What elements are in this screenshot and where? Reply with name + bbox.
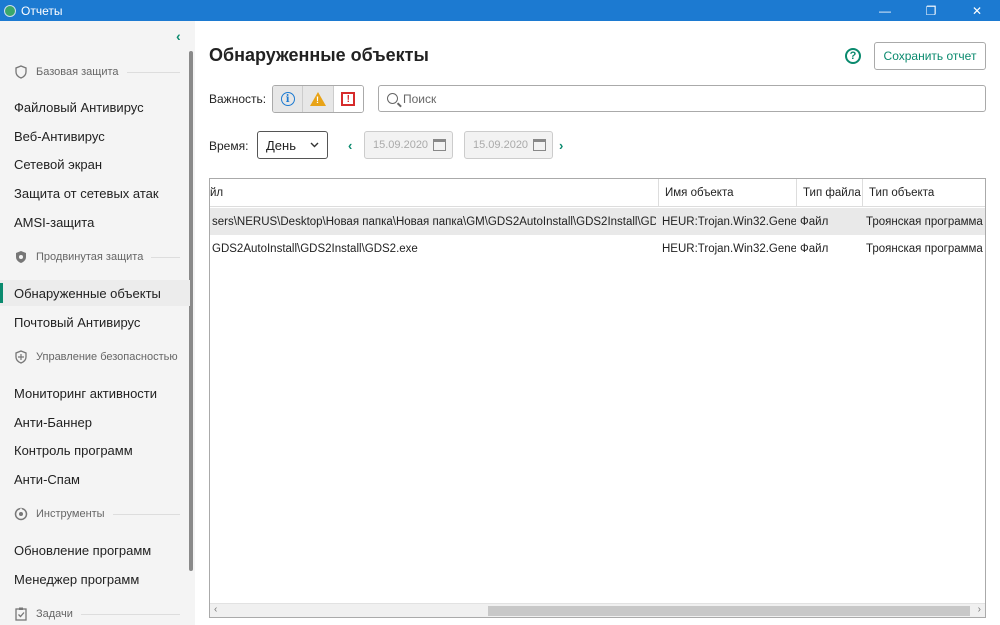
cell-file-type: Файл (800, 242, 829, 255)
sidebar-item-amsi[interactable]: AMSI-защита (0, 209, 190, 235)
section-tasks: Задачи (14, 604, 180, 624)
page-title: Обнаруженные объекты (209, 45, 429, 65)
sidebar: ‹ Базовая защита Файловый Антивирус Веб-… (0, 21, 195, 625)
section-advanced-protection: Продвинутая защита (14, 247, 180, 267)
sidebar-item-activity-monitoring[interactable]: Мониторинг активности (0, 380, 190, 406)
search-input[interactable] (403, 91, 963, 106)
column-header-file-type[interactable]: Тип файла (796, 179, 862, 207)
section-tools: Инструменты (14, 504, 180, 524)
tasks-icon (14, 607, 28, 621)
table-row[interactable]: sers\NERUS\Desktop\Новая папка\Новая пап… (210, 208, 985, 235)
save-report-button[interactable]: Сохранить отчет (874, 42, 986, 70)
scroll-right-arrow-icon[interactable]: › (978, 604, 981, 615)
title-bar: Отчеты — ❐ ✕ (0, 0, 1000, 21)
calendar-icon[interactable] (533, 139, 546, 151)
shield-check-icon (14, 250, 28, 264)
section-security-management: Управление безопасностью (14, 347, 180, 367)
next-period-chevron-icon[interactable]: › (559, 138, 563, 153)
previous-period-chevron-icon[interactable]: ‹ (348, 138, 352, 153)
cell-object-type: Троянская программа (866, 242, 983, 255)
sidebar-item-anti-banner[interactable]: Анти-Баннер (0, 409, 190, 435)
minimize-button[interactable]: — (862, 0, 908, 21)
date-from-value: 15.09.2020 (373, 139, 429, 151)
sidebar-item-anti-spam[interactable]: Анти-Спам (0, 466, 190, 492)
period-dropdown[interactable]: День (257, 131, 328, 159)
column-header-object-name[interactable]: Имя объекта (658, 179, 796, 207)
severity-filter: i ! ! (272, 85, 364, 113)
cell-object-type: Троянская программа (866, 215, 983, 228)
sidebar-item-software-manager[interactable]: Менеджер программ (0, 566, 190, 592)
cell-path: sers\NERUS\Desktop\Новая папка\Новая пап… (212, 215, 656, 228)
detected-objects-table: йл Имя объекта Тип файла Тип объекта ser… (209, 178, 986, 618)
main-panel: Обнаруженные объекты ? Сохранить отчет В… (195, 21, 1000, 625)
critical-icon: ! (341, 92, 356, 106)
cell-object-name: HEUR:Trojan.Win32.Generic (662, 215, 796, 228)
sidebar-item-network-attack-blocker[interactable]: Защита от сетевых атак (0, 180, 190, 206)
scrollbar-thumb[interactable] (488, 606, 970, 616)
period-value: День (266, 137, 296, 153)
severity-critical-toggle[interactable]: ! (333, 86, 363, 112)
date-to-field[interactable]: 15.09.2020 (464, 131, 553, 159)
chevron-down-icon (310, 142, 319, 148)
cell-path: GDS2AutoInstall\GDS2Install\GDS2.exe (212, 242, 418, 255)
column-header-object-type[interactable]: Тип объекта (862, 179, 985, 207)
sidebar-item-detected-objects[interactable]: Обнаруженные объекты (0, 280, 190, 306)
app-icon (4, 4, 16, 17)
scroll-left-arrow-icon[interactable]: ‹ (214, 604, 217, 615)
column-header-file[interactable]: йл (210, 179, 657, 207)
close-button[interactable]: ✕ (954, 0, 1000, 21)
table-row[interactable]: GDS2AutoInstall\GDS2Install\GDS2.exe HEU… (210, 235, 985, 262)
sidebar-item-software-updates[interactable]: Обновление программ (0, 537, 190, 563)
window-controls: — ❐ ✕ (862, 0, 1000, 21)
tools-icon (14, 507, 28, 521)
search-icon (387, 93, 398, 104)
calendar-icon[interactable] (433, 139, 446, 151)
severity-info-toggle[interactable]: i (273, 86, 304, 112)
shield-gear-icon (14, 350, 28, 364)
collapse-sidebar-chevron-icon[interactable]: ‹ (176, 28, 181, 44)
sidebar-item-mail-antivirus[interactable]: Почтовый Антивирус (0, 309, 190, 335)
table-header: йл Имя объекта Тип файла Тип объекта (210, 179, 985, 207)
sidebar-item-web-antivirus[interactable]: Веб-Антивирус (0, 123, 190, 149)
sidebar-item-app-control[interactable]: Контроль программ (0, 437, 190, 463)
date-from-field[interactable]: 15.09.2020 (364, 131, 453, 159)
info-icon: i (280, 92, 295, 106)
severity-warning-toggle[interactable]: ! (303, 86, 334, 112)
section-basic-protection: Базовая защита (14, 62, 180, 82)
window-title: Отчеты (21, 3, 63, 18)
severity-label: Важность: (209, 92, 267, 106)
shield-icon (14, 65, 28, 79)
warning-icon: ! (309, 92, 326, 106)
sidebar-item-file-antivirus[interactable]: Файловый Антивирус (0, 94, 190, 120)
cell-object-name: HEUR:Trojan.Win32.Generic (662, 242, 796, 255)
search-box[interactable] (378, 85, 986, 112)
sidebar-item-firewall[interactable]: Сетевой экран (0, 151, 190, 177)
time-label: Время: (209, 139, 249, 153)
restore-button[interactable]: ❐ (908, 0, 954, 21)
help-icon[interactable]: ? (845, 48, 861, 64)
table-horizontal-scrollbar[interactable]: ‹ › (210, 603, 985, 617)
date-to-value: 15.09.2020 (473, 139, 529, 151)
cell-file-type: Файл (800, 215, 829, 228)
